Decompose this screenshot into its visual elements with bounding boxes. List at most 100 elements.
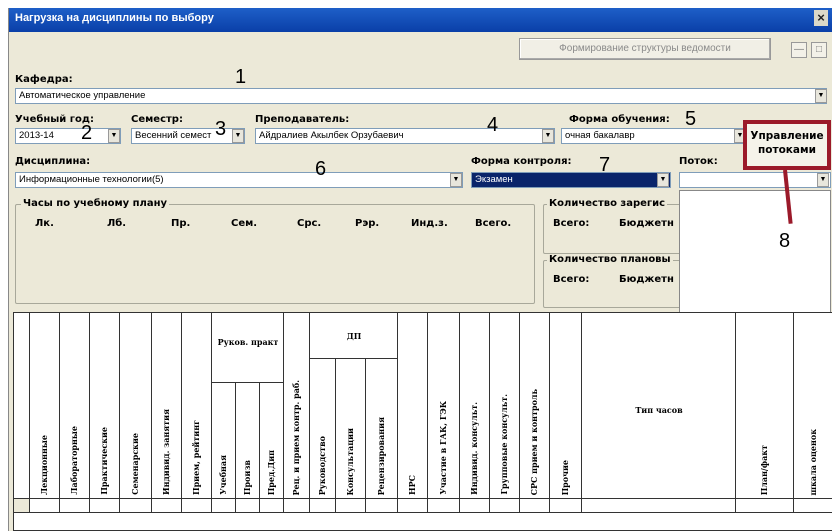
teacher-dropdown-icon[interactable]: ▼ [542, 129, 554, 143]
header-col-label-0: Лекционные [39, 435, 49, 495]
build-structure-button[interactable]: Формирование структуры ведомости [519, 38, 771, 60]
data-cell [120, 499, 152, 513]
hours-col-indz: Инд.з. [411, 218, 448, 229]
header-col-label-3: Семенарские [130, 433, 140, 495]
stream-management-button[interactable]: Управление потоками [743, 120, 831, 170]
header-col-label-8: Пред.Дип [266, 449, 276, 495]
discipline-dropdown-icon[interactable]: ▼ [450, 173, 462, 187]
marker-7: 7 [599, 154, 611, 176]
planned-budget-label: Бюджетн [619, 274, 674, 285]
data-cell [236, 499, 260, 513]
group-practice-label: Руков. практ [217, 337, 279, 347]
header-col-label-13: НРС [407, 475, 417, 495]
marker-2: 2 [81, 122, 93, 144]
discipline-select[interactable]: Информационные технологии(5) [15, 172, 463, 188]
kafedra-label: Кафедра: [15, 74, 73, 85]
stream-dropdown-icon[interactable]: ▼ [817, 173, 829, 187]
data-cell [550, 499, 582, 513]
stream-label: Поток: [679, 156, 718, 167]
data-cell [582, 499, 736, 513]
data-cell [260, 499, 284, 513]
registered-budget-label: Бюджетн [619, 218, 674, 229]
header-col-label-10: Руководство [317, 435, 327, 495]
header-col-label-7: Произв [242, 459, 252, 495]
header-col-label-16: Групповые консульт. [499, 394, 509, 495]
data-cell [736, 499, 794, 513]
data-cell [460, 499, 490, 513]
plan-fact-label: План/факт [759, 444, 769, 495]
stream-select[interactable] [679, 172, 831, 188]
data-cell [794, 499, 832, 513]
control-form-dropdown-icon[interactable]: ▼ [657, 173, 669, 187]
data-cell [60, 499, 90, 513]
header-col-label-9: Рец. и прием контр. раб. [291, 379, 301, 496]
row-indicator-cell [14, 499, 30, 513]
minimize-button[interactable]: — [791, 42, 807, 58]
hours-col-lb: Лб. [107, 218, 127, 229]
group-dp-label: ДП [346, 331, 362, 341]
semester-dropdown-icon[interactable]: ▼ [232, 129, 244, 143]
header-col-label-17: СРС прием и контроль [529, 388, 539, 495]
data-cell [398, 499, 428, 513]
group-practice-cell [212, 313, 284, 383]
marker-1: 1 [235, 66, 247, 88]
header-col-label-12: Рецензирования [376, 416, 386, 495]
data-cell [90, 499, 120, 513]
hours-col-pr: Пр. [171, 218, 191, 229]
restore-button[interactable]: □ [811, 42, 827, 58]
data-cell [520, 499, 550, 513]
close-icon[interactable]: × [814, 10, 828, 26]
year-select[interactable]: 2013-14 [15, 128, 121, 144]
kafedra-select[interactable]: Автоматическое управление [15, 88, 827, 104]
load-table: Лекционные Лабораторные Практические Семена… [13, 312, 832, 531]
hours-col-rer: Рэр. [355, 218, 380, 229]
study-form-label: Форма обучения: [569, 114, 670, 125]
data-cell [490, 499, 520, 513]
header-col-label-6: Учебная [218, 455, 228, 495]
planned-total-label: Всего: [553, 274, 590, 285]
header-col-label-4: Индивид. занятия [161, 409, 171, 495]
data-cell [336, 499, 366, 513]
data-cell [428, 499, 460, 513]
marker-8: 8 [779, 230, 791, 252]
control-form-label: Форма контроля: [471, 156, 572, 167]
planned-group-title: Количество плановы [547, 254, 673, 265]
window-title: Нагрузка на дисциплины по выбору [15, 12, 214, 24]
app-window: Нагрузка на дисциплины по выбору × Форми… [8, 8, 832, 531]
header-col-label-5: Прием, рейтинг [191, 420, 201, 495]
kafedra-dropdown-icon[interactable]: ▼ [815, 89, 827, 103]
semester-select[interactable]: Весенний семест [131, 128, 245, 144]
study-form-select[interactable]: очная бакалавр [561, 128, 747, 144]
header-col-label-14: Участие в ГАК, ГЭК [438, 401, 448, 495]
marker-4: 4 [487, 114, 499, 136]
year-dropdown-icon[interactable]: ▼ [108, 129, 120, 143]
data-cell [182, 499, 212, 513]
hours-type-label: Тип часов [635, 405, 683, 415]
teacher-label: Преподаватель: [255, 114, 350, 125]
marker-5: 5 [685, 108, 697, 130]
registered-total-label: Всего: [553, 218, 590, 229]
marker-6: 6 [315, 158, 327, 180]
header-col-label-2: Практические [99, 427, 109, 495]
data-cell [152, 499, 182, 513]
title-bar: Нагрузка на дисциплины по выбору [9, 8, 832, 32]
registered-group [543, 204, 683, 254]
header-col-13 [398, 313, 428, 499]
teacher-select[interactable]: Айдралиев Акылбек Орзубаевич [255, 128, 555, 144]
header-col-label-18: Прочие [560, 459, 570, 495]
discipline-label: Дисциплина: [15, 156, 91, 167]
data-cell [284, 499, 310, 513]
data-cell [30, 499, 60, 513]
hours-group-title: Часы по учебному плану [21, 198, 170, 209]
data-cell [366, 499, 398, 513]
grading-scale-label: шкала оценок [808, 428, 818, 495]
hours-col-total: Всего. [475, 218, 512, 229]
hours-col-srs: Срс. [297, 218, 322, 229]
data-cell [310, 499, 336, 513]
table-corner-cell [14, 313, 30, 499]
header-col-label-1: Лабораторные [69, 426, 79, 495]
header-col-label-11: Консультации [345, 427, 355, 495]
registered-group-title: Количество зарегис [547, 198, 668, 209]
hours-col-sem: Сем. [231, 218, 258, 229]
control-form-select[interactable]: Экзамен [471, 172, 671, 188]
